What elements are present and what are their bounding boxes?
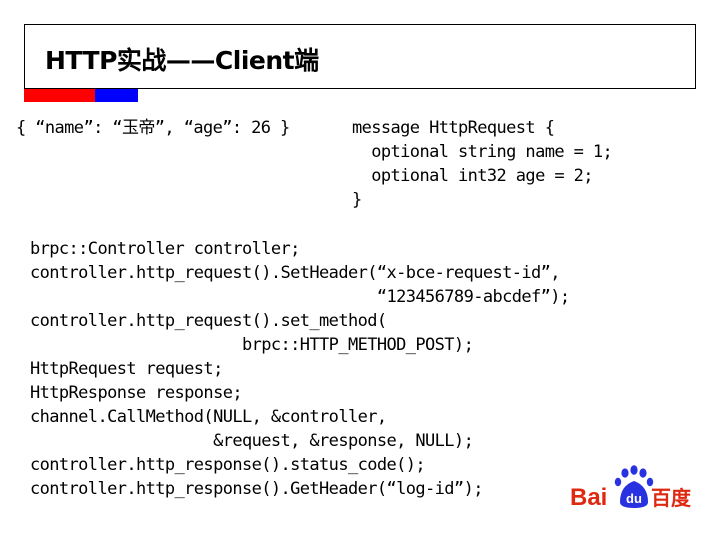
- slide-title: HTTP实战——Client端: [45, 46, 319, 75]
- logo-text-bai: Bai: [570, 484, 607, 510]
- title-box: HTTP实战——Client端: [24, 24, 696, 89]
- logo-text-baidu-cn: 百度: [651, 486, 692, 510]
- code-line: controller.http_request().set_method(: [30, 311, 387, 331]
- cpp-code-block: brpc::Controller controller;controller.h…: [30, 237, 570, 501]
- code-line: HttpRequest request;: [30, 359, 223, 379]
- code-line: HttpResponse response;: [30, 383, 243, 403]
- paw-icon: du: [614, 465, 654, 508]
- proto-line: optional string name = 1;: [352, 142, 613, 162]
- code-line: controller.http_response().status_code()…: [30, 455, 426, 475]
- code-line: controller.http_response().GetHeader(“lo…: [30, 479, 483, 499]
- accent-bar-red: [24, 89, 95, 102]
- code-line: controller.http_request().SetHeader(“x-b…: [30, 263, 561, 283]
- proto-line: message HttpRequest {: [352, 118, 555, 138]
- code-line: “123456789-abcdef”);: [30, 287, 570, 307]
- accent-bar-blue: [95, 89, 138, 102]
- proto-line: optional int32 age = 2;: [352, 166, 593, 186]
- proto-example: message HttpRequest { optional string na…: [352, 116, 613, 212]
- proto-line: }: [352, 190, 362, 210]
- code-line: &request, &response, NULL);: [30, 431, 474, 451]
- logo-text-du: du: [626, 491, 642, 506]
- code-line: brpc::Controller controller;: [30, 239, 300, 259]
- baidu-logo: Bai du 百度: [570, 465, 692, 510]
- json-example: { “name”: “玉帝”, “age”: 26 }: [16, 118, 290, 138]
- code-line: channel.CallMethod(NULL, &controller,: [30, 407, 387, 427]
- code-line: brpc::HTTP_METHOD_POST);: [30, 335, 474, 355]
